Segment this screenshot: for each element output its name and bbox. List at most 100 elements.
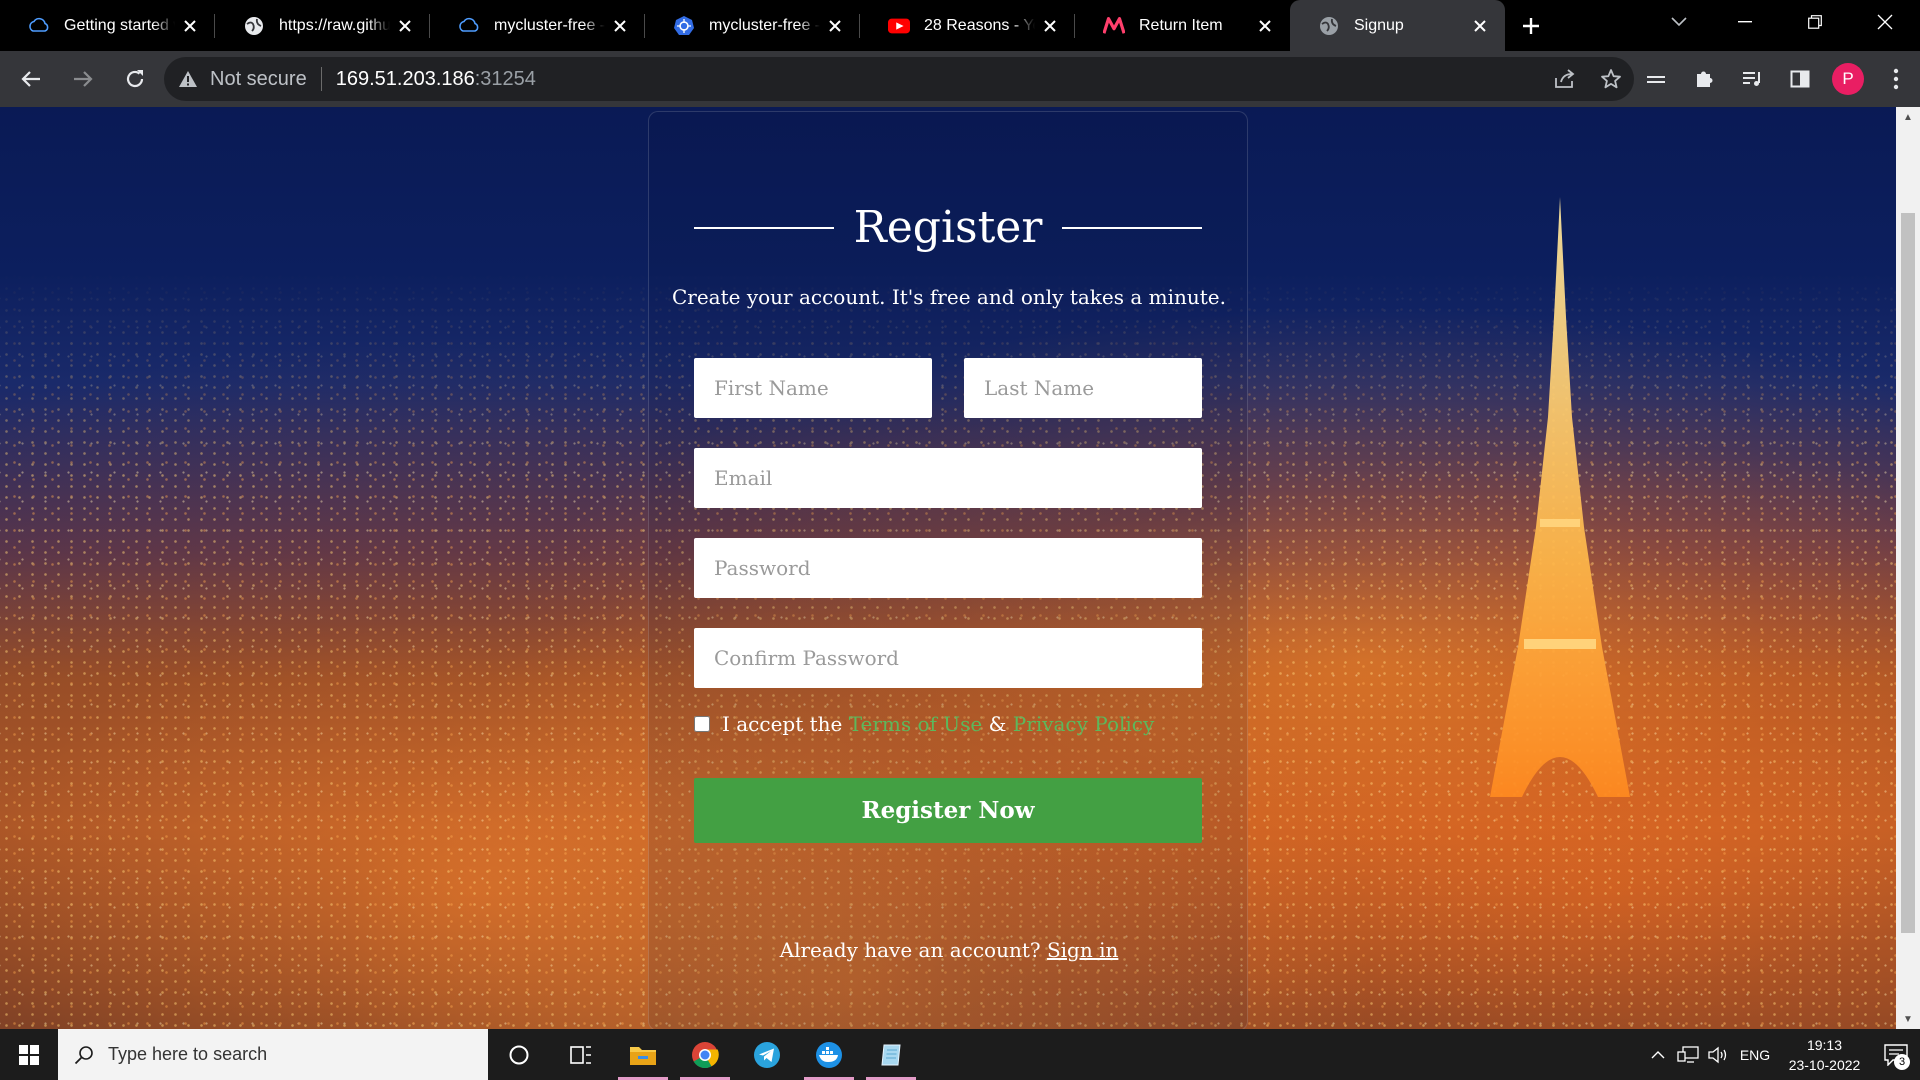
ibm-cloud-icon	[458, 15, 480, 37]
chrome-icon	[692, 1041, 719, 1068]
close-icon[interactable]	[175, 11, 205, 41]
profile-button[interactable]: P	[1824, 58, 1872, 100]
register-now-button[interactable]: Register Now	[694, 778, 1202, 843]
close-icon[interactable]	[1465, 11, 1495, 41]
eiffel-tower-illustration	[1490, 197, 1630, 797]
address-bar[interactable]: Not secure 169.51.203.186:31254	[164, 57, 1634, 101]
taskbar-search-box[interactable]: Type here to search	[58, 1029, 488, 1080]
tab-title: Return Item	[1139, 16, 1223, 34]
minimize-button[interactable]	[1710, 0, 1780, 44]
register-card: Register Create your account. It's free …	[648, 111, 1248, 1029]
tab-search-button[interactable]	[1655, 0, 1703, 44]
close-icon[interactable]	[820, 11, 850, 41]
bookmark-button[interactable]	[1588, 57, 1634, 101]
sign-in-link[interactable]: Sign in	[1047, 938, 1118, 962]
taskbar-app-file-explorer[interactable]	[612, 1029, 674, 1080]
accept-terms-checkbox[interactable]	[694, 716, 710, 732]
close-icon[interactable]	[1250, 11, 1280, 41]
restore-icon	[1808, 15, 1822, 29]
signin-prefix: Already have an account?	[779, 938, 1041, 962]
volume-button[interactable]	[1703, 1029, 1733, 1080]
clock[interactable]: 19:13 23-10-2022	[1777, 1035, 1872, 1075]
tab-signup[interactable]: Signup	[1290, 0, 1505, 51]
taskbar-app-telegram[interactable]	[736, 1029, 798, 1080]
plus-icon	[1523, 17, 1539, 34]
privacy-policy-link[interactable]: Privacy Policy	[1013, 712, 1154, 736]
menu-button[interactable]	[1872, 58, 1920, 100]
minimize-icon	[1738, 21, 1752, 23]
last-name-input[interactable]	[964, 358, 1202, 418]
extension-bar-icon	[1647, 76, 1665, 83]
extensions-button[interactable]	[1680, 58, 1728, 100]
tab-raw-github[interactable]: https://raw.github	[215, 0, 430, 51]
playlist-icon	[1743, 72, 1760, 86]
tab-mycluster-ibm[interactable]: mycluster-free - IB	[430, 0, 645, 51]
reload-button[interactable]	[114, 58, 156, 100]
close-icon[interactable]	[1035, 11, 1065, 41]
language-indicator[interactable]: ENG	[1733, 1029, 1777, 1080]
forward-button[interactable]	[62, 58, 104, 100]
start-button[interactable]	[0, 1029, 58, 1080]
notification-center-button[interactable]: 3	[1872, 1029, 1920, 1080]
terms-of-use-link[interactable]: Terms of Use	[849, 712, 983, 736]
network-icon	[1677, 1045, 1699, 1063]
search-icon	[74, 1045, 93, 1064]
email-input[interactable]	[694, 448, 1202, 508]
reading-list-button[interactable]	[1728, 58, 1776, 100]
clock-time: 19:13	[1806, 1036, 1843, 1053]
url-port: :31254	[474, 67, 536, 90]
first-name-input[interactable]	[694, 358, 932, 418]
scroll-down-arrow-icon[interactable]: ▼	[1896, 1009, 1920, 1029]
task-view-button[interactable]	[550, 1029, 612, 1080]
security-label[interactable]: Not secure	[210, 68, 307, 91]
share-button[interactable]	[1542, 57, 1588, 101]
close-icon[interactable]	[605, 11, 635, 41]
close-window-button[interactable]	[1850, 0, 1920, 44]
register-subtitle: Create your account. It's free and only …	[671, 285, 1227, 309]
cortana-circle-icon	[509, 1045, 529, 1064]
taskbar-app-chrome[interactable]	[674, 1029, 736, 1080]
close-icon	[1877, 14, 1893, 30]
tab-title: mycluster-free - K	[709, 16, 820, 34]
media-router-button[interactable]	[1632, 58, 1680, 100]
show-hidden-icons-button[interactable]	[1643, 1029, 1673, 1080]
tab-youtube[interactable]: 28 Reasons - YouT	[860, 0, 1075, 51]
side-panel-button[interactable]	[1776, 58, 1824, 100]
tab-return-item[interactable]: Return Item	[1075, 0, 1290, 51]
page-scrollbar[interactable]: ▲ ▼	[1896, 107, 1920, 1029]
tab-getting-started[interactable]: Getting started wi	[0, 0, 215, 51]
globe-icon	[1318, 15, 1340, 37]
network-button[interactable]	[1673, 1029, 1703, 1080]
browser-toolbar: Not secure 169.51.203.186:31254 P	[0, 51, 1920, 107]
tab-mycluster-k8s[interactable]: mycluster-free - K	[645, 0, 860, 51]
heading-divider-left	[694, 226, 834, 229]
scroll-thumb[interactable]	[1901, 213, 1915, 933]
terms-ampersand: &	[988, 712, 1007, 736]
taskbar-app-notes[interactable]	[860, 1029, 922, 1080]
terms-row: I accept the Terms of Use & Privacy Poli…	[694, 712, 1214, 736]
tab-title: 28 Reasons - YouT	[924, 16, 1035, 34]
new-tab-button[interactable]	[1505, 0, 1557, 51]
taskbar-app-docker[interactable]	[798, 1029, 860, 1080]
terms-prefix: I accept the	[722, 712, 843, 736]
kebab-menu-icon	[1893, 68, 1899, 90]
reload-icon	[126, 70, 144, 88]
arrow-left-icon	[21, 71, 40, 87]
restore-button[interactable]	[1780, 0, 1850, 44]
folder-icon	[630, 1046, 656, 1065]
docker-icon	[816, 1041, 842, 1068]
close-icon[interactable]	[390, 11, 420, 41]
back-button[interactable]	[10, 58, 52, 100]
confirm-password-input[interactable]	[694, 628, 1202, 688]
cortana-button[interactable]	[488, 1029, 550, 1080]
chevron-up-icon	[1651, 1050, 1665, 1058]
scroll-up-arrow-icon[interactable]: ▲	[1896, 107, 1920, 127]
notepad-icon	[881, 1044, 901, 1065]
windows-logo-icon	[19, 1044, 39, 1065]
password-input[interactable]	[694, 538, 1202, 598]
heading-divider-right	[1062, 226, 1202, 229]
clock-date: 23-10-2022	[1788, 1056, 1861, 1073]
side-panel-icon	[1790, 70, 1810, 88]
arrow-right-icon	[74, 71, 93, 87]
page-viewport: Register Create your account. It's free …	[0, 107, 1896, 1029]
